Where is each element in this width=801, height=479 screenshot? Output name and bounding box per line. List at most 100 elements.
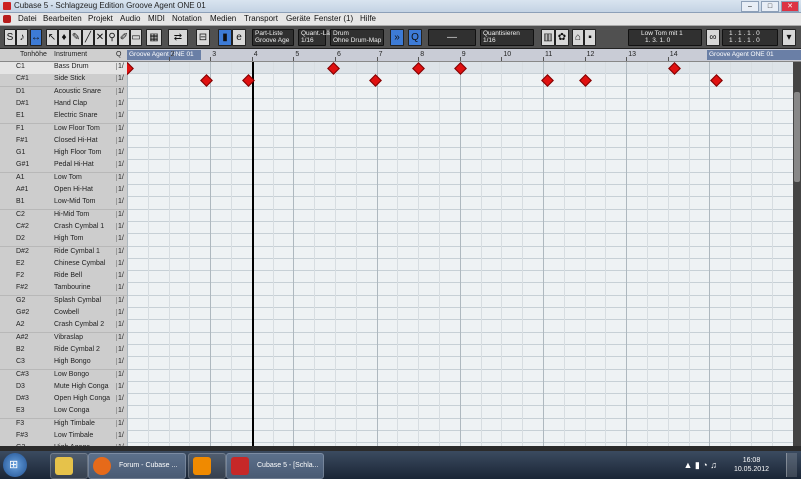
mute-tool[interactable]: ✕: [94, 29, 106, 46]
drum-row[interactable]: E1 Electric Snare 1/: [0, 111, 127, 125]
scrollbar-thumb[interactable]: [794, 92, 800, 182]
drum-quant[interactable]: 1/: [116, 284, 124, 292]
drum-quant[interactable]: 1/: [116, 259, 124, 267]
drum-quant[interactable]: 1/: [116, 99, 124, 107]
drum-map-selector[interactable]: Drum Ohne Drum-Map: [330, 29, 384, 46]
drum-row[interactable]: E3 Low Conga 1/: [0, 406, 127, 420]
drum-row[interactable]: F2 Ride Bell 1/: [0, 271, 127, 285]
color-tool[interactable]: ▦: [146, 29, 162, 46]
settings-button[interactable]: ✿: [555, 29, 569, 46]
line-tool[interactable]: ╱: [82, 29, 94, 46]
drum-row[interactable]: D#2 Ride Cymbal 1 1/: [0, 246, 127, 260]
drum-quant[interactable]: 1/: [116, 235, 124, 243]
drum-quant[interactable]: 1/: [116, 247, 124, 255]
drum-row[interactable]: A1 Low Tom 1/: [0, 172, 127, 186]
drum-quant[interactable]: 1/: [116, 333, 124, 341]
part-end-marker[interactable]: Groove Agent ONE 01: [707, 50, 801, 60]
drum-row[interactable]: C#3 Low Bongo 1/: [0, 369, 127, 383]
move-insert-button[interactable]: ⇄: [168, 29, 188, 46]
autoscroll-button[interactable]: ↔: [30, 29, 42, 46]
drum-quant[interactable]: 1/: [116, 124, 124, 132]
drum-row[interactable]: C2 Hi-Mid Tom 1/: [0, 209, 127, 223]
menu-midi[interactable]: MIDI: [148, 14, 165, 23]
drum-row[interactable]: C#1 Side Stick 1/: [0, 74, 127, 88]
menu-datei[interactable]: Datei: [18, 14, 37, 23]
drum-row[interactable]: D2 High Tom 1/: [0, 234, 127, 248]
bar-graph-button[interactable]: ▥: [541, 29, 555, 46]
drum-row[interactable]: B2 Ride Cymbal 2 1/: [0, 344, 127, 358]
quantize-preset-selector[interactable]: Quantisieren 1/16: [480, 29, 534, 46]
drum-row[interactable]: F#3 Low Timbale 1/: [0, 431, 127, 444]
quantize-on-button[interactable]: Q: [408, 29, 422, 46]
drum-quant[interactable]: 1/: [116, 382, 124, 390]
menu-projekt[interactable]: Projekt: [88, 14, 113, 23]
cubase-menu-icon[interactable]: [3, 15, 11, 23]
task-firefox-forum[interactable]: Forum - Cubase ...: [88, 453, 186, 479]
drum-row[interactable]: F1 Low Floor Tom 1/: [0, 123, 127, 137]
drum-quant[interactable]: 1/: [116, 87, 124, 95]
start-button[interactable]: ⊞: [3, 453, 27, 477]
menu-geraete[interactable]: Geräte: [286, 14, 310, 23]
drum-row[interactable]: C3 High Bongo 1/: [0, 357, 127, 371]
menu-bearbeiten[interactable]: Bearbeiten: [43, 14, 82, 23]
solo-button[interactable]: S: [4, 29, 16, 46]
drum-quant[interactable]: 1/: [116, 272, 124, 280]
select-range-tool[interactable]: ▭: [130, 29, 142, 46]
vertical-scrollbar[interactable]: [793, 62, 801, 446]
drum-row[interactable]: G3 High Agogo 1/: [0, 443, 127, 446]
zoom-tool[interactable]: ⚲: [106, 29, 118, 46]
listen-button[interactable]: ♪: [16, 29, 28, 46]
drum-quant[interactable]: 1/: [116, 444, 124, 446]
drum-quant[interactable]: 1/: [116, 63, 124, 70]
task-cubase[interactable]: Cubase 5 - [Schla...: [226, 453, 324, 479]
drum-quant[interactable]: 1/: [116, 173, 124, 181]
task-vlc[interactable]: [188, 453, 226, 479]
insert-velocity-field[interactable]: —: [428, 29, 476, 46]
pitch-column-header[interactable]: Tonhöhe: [20, 51, 47, 58]
drum-row[interactable]: D1 Acoustic Snare 1/: [0, 86, 127, 100]
drum-quant[interactable]: 1/: [116, 296, 124, 304]
expand-toolbar-button[interactable]: ▾: [782, 29, 796, 46]
drum-row[interactable]: A2 Crash Cymbal 2 1/: [0, 320, 127, 334]
drum-quant[interactable]: 1/: [116, 345, 124, 353]
drum-note-grid[interactable]: [127, 62, 793, 446]
timeline-ruler[interactable]: Groove Agent ONE 01 Groove Agent ONE 01 …: [127, 49, 801, 62]
part-start-marker[interactable]: Groove Agent ONE 01: [127, 50, 201, 60]
drum-quant[interactable]: 1/: [116, 419, 124, 427]
menu-hilfe[interactable]: Hilfe: [360, 14, 376, 23]
drum-row[interactable]: G#2 Cowbell 1/: [0, 308, 127, 321]
drum-quant[interactable]: 1/: [116, 309, 124, 316]
maximize-button[interactable]: □: [761, 1, 779, 12]
drum-row[interactable]: F3 High Timbale 1/: [0, 418, 127, 432]
drum-row[interactable]: A#1 Open Hi-Hat 1/: [0, 185, 127, 198]
drum-quant[interactable]: 1/: [116, 149, 124, 157]
drum-quant[interactable]: 1/: [116, 186, 124, 193]
drum-row[interactable]: A#2 Vibraslap 1/: [0, 332, 127, 346]
drum-row[interactable]: G1 High Floor Tom 1/: [0, 148, 127, 162]
drum-quant[interactable]: 1/: [116, 370, 124, 378]
drum-row[interactable]: B1 Low-Mid Tom 1/: [0, 197, 127, 211]
snap-button[interactable]: »: [390, 29, 404, 46]
drum-row[interactable]: G2 Splash Cymbal 1/: [0, 295, 127, 309]
menu-fenster[interactable]: Fenster (1): [314, 14, 353, 23]
object-select-tool[interactable]: ↖: [46, 29, 58, 46]
playback-cursor[interactable]: [251, 62, 254, 446]
tray-icons[interactable]: ▲ ▮ ◔ ♫: [683, 460, 717, 471]
edit-part-button[interactable]: ⊟: [196, 29, 210, 46]
drum-quant[interactable]: 1/: [116, 321, 124, 329]
drum-row[interactable]: E2 Chinese Cymbal 1/: [0, 258, 127, 272]
draw-tool[interactable]: ✐: [118, 29, 130, 46]
mouse-note-info-button[interactable]: ▪: [584, 29, 596, 46]
drum-quant[interactable]: 1/: [116, 395, 124, 403]
drum-row[interactable]: F#2 Tambourine 1/: [0, 283, 127, 297]
instrument-column-header[interactable]: Instrument: [54, 51, 87, 58]
drum-quant[interactable]: 1/: [116, 198, 124, 206]
task-explorer[interactable]: [50, 453, 88, 479]
quant-column-header[interactable]: Q: [116, 51, 121, 58]
close-button[interactable]: ✕: [781, 1, 799, 12]
drum-row[interactable]: C1 Bass Drum 1/: [0, 62, 127, 75]
drum-quant[interactable]: 1/: [116, 222, 124, 230]
menu-transport[interactable]: Transport: [244, 14, 278, 23]
drum-quant[interactable]: 1/: [116, 75, 124, 83]
link-button[interactable]: ∞: [706, 29, 720, 46]
